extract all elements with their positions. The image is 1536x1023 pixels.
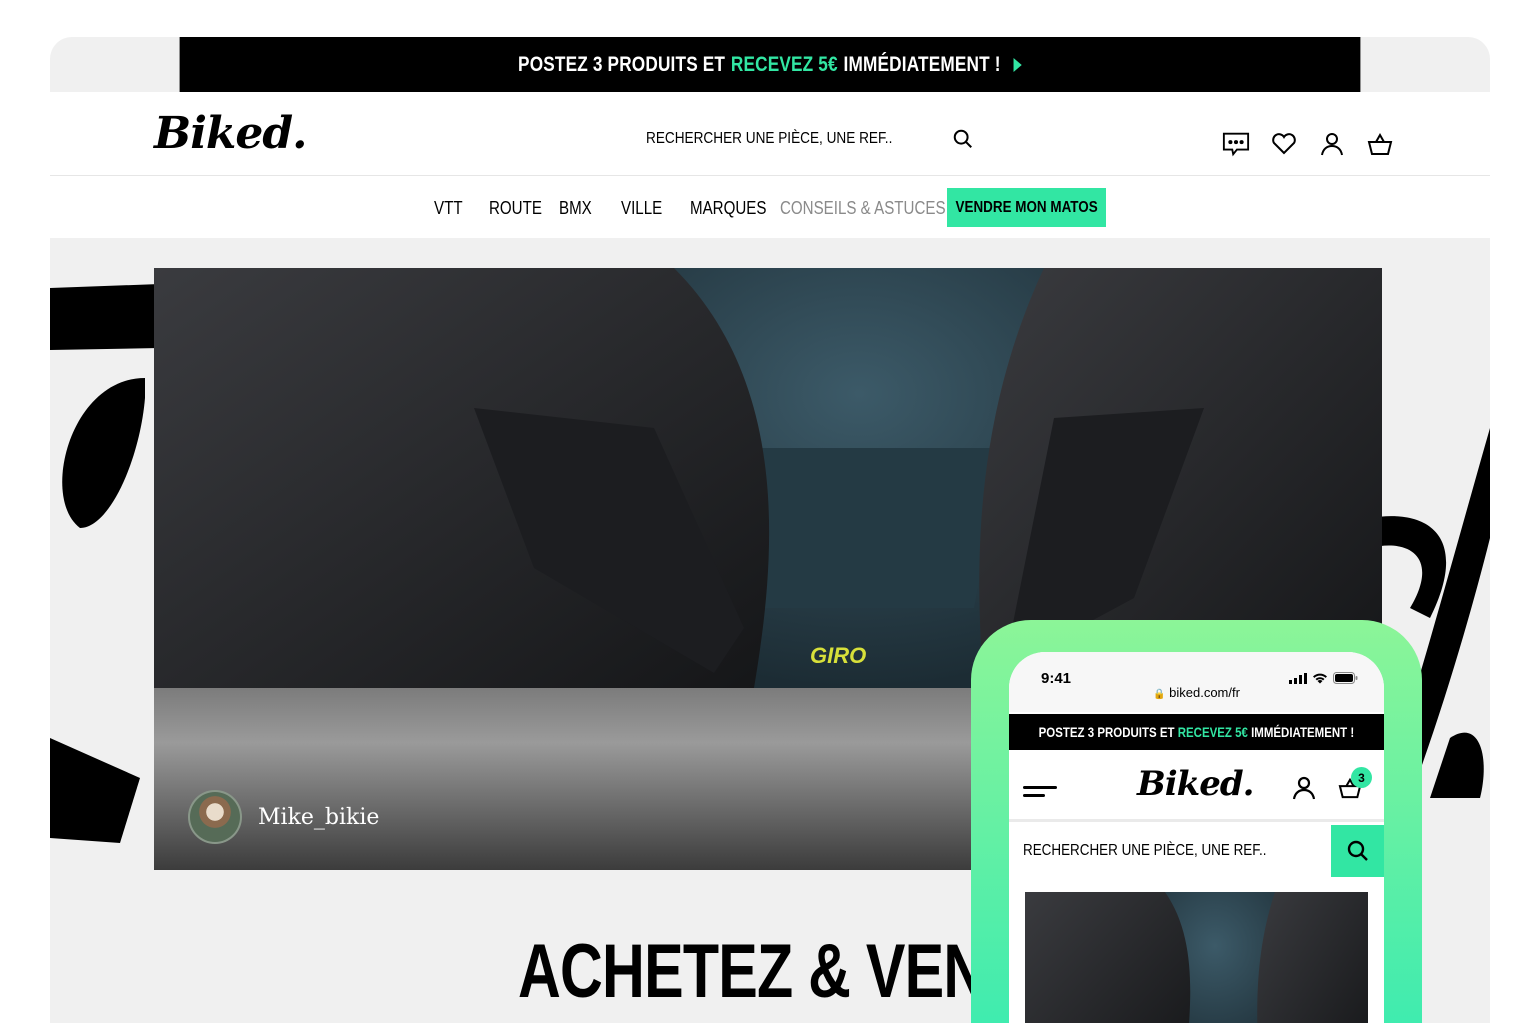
wifi-icon [1313, 673, 1327, 683]
url-text: biked.com/fr [1169, 685, 1240, 700]
menu-icon[interactable] [1023, 784, 1059, 800]
mobile-promo-text: POSTEZ 3 PRODUITS ET RECEVEZ 5€ IMMÉDIAT… [1039, 724, 1355, 740]
mobile-promo-part1: POSTEZ 3 PRODUITS ET [1038, 724, 1175, 740]
sell-button-label: VENDRE MON MATOS [955, 198, 1098, 216]
phone-screen: 9:41 🔒 biked.com/fr POSTEZ 3 PRODUITS ET… [1009, 652, 1384, 1023]
signal-icon [1289, 672, 1307, 684]
mobile-promo-part2: IMMÉDIATEMENT ! [1251, 724, 1355, 740]
search-icon [1347, 840, 1368, 861]
mobile-search-button[interactable] [1331, 825, 1384, 877]
credit-username[interactable]: Mike_bikie [258, 805, 379, 830]
mobile-header: Biked. 3 [1009, 750, 1384, 822]
chat-icon[interactable] [1222, 130, 1250, 158]
search-input[interactable]: RECHERCHER UNE PIÈCE, UNE REF.. [646, 130, 892, 148]
status-bar: 9:41 🔒 biked.com/fr [1009, 652, 1384, 712]
mobile-search-input[interactable]: RECHERCHER UNE PIÈCE, UNE REF.. [1023, 842, 1266, 860]
user-icon[interactable] [1318, 130, 1346, 158]
site-header: Biked. RECHERCHER UNE PIÈCE, UNE REF.. [50, 92, 1490, 176]
battery-icon [1333, 672, 1358, 684]
promo-banner[interactable]: POSTEZ 3 PRODUITS ET RECEVEZ 5€ IMMÉDIAT… [179, 37, 1361, 92]
nav-item-bmx[interactable]: BMX [559, 198, 592, 219]
nav-item-marques[interactable]: MARQUES [690, 198, 766, 219]
logo[interactable]: Biked. [154, 108, 307, 159]
main-nav: VTT ROUTE BMX VILLE MARQUES CONSEILS & A… [50, 176, 1490, 238]
mobile-helmet-photo [1025, 892, 1368, 1023]
mobile-search-bar[interactable]: RECHERCHER UNE PIÈCE, UNE REF.. [1009, 825, 1384, 877]
lock-icon: 🔒 [1153, 689, 1166, 700]
mobile-user-icon[interactable] [1292, 775, 1316, 801]
photo-credit[interactable]: Mike_bikie [188, 790, 379, 844]
status-icons [1289, 672, 1358, 684]
basket-icon[interactable] [1366, 130, 1394, 158]
header-icons [1222, 130, 1394, 158]
promo-text-1: POSTEZ 3 PRODUITS ET [518, 52, 726, 76]
promo-text-2: IMMÉDIATEMENT ! [843, 52, 1001, 76]
nav-item-route[interactable]: ROUTE [489, 198, 542, 219]
url-bar[interactable]: 🔒 biked.com/fr [1009, 685, 1384, 700]
mobile-hero-image [1025, 892, 1368, 1023]
cart-count-badge: 3 [1351, 767, 1372, 788]
mobile-promo-banner[interactable]: POSTEZ 3 PRODUITS ET RECEVEZ 5€ IMMÉDIAT… [1009, 714, 1384, 750]
nav-item-conseils[interactable]: CONSEILS & ASTUCES [780, 198, 946, 219]
browser-frame: POSTEZ 3 PRODUITS ET RECEVEZ 5€ IMMÉDIAT… [50, 37, 1490, 1023]
search-bar[interactable]: RECHERCHER UNE PIÈCE, UNE REF.. [646, 128, 974, 150]
promo-highlight: RECEVEZ 5€ [730, 52, 838, 76]
sell-button[interactable]: VENDRE MON MATOS [947, 188, 1106, 227]
nav-item-vtt[interactable]: VTT [434, 198, 463, 219]
heart-icon[interactable] [1270, 130, 1298, 158]
nav-item-ville[interactable]: VILLE [621, 198, 662, 219]
mobile-logo[interactable]: Biked. [1137, 764, 1254, 804]
avatar[interactable] [188, 790, 242, 844]
phone-mockup: 9:41 🔒 biked.com/fr POSTEZ 3 PRODUITS ET… [971, 620, 1422, 1023]
helmet-brand-text: GIRO [810, 643, 866, 668]
play-arrow-icon[interactable] [1013, 57, 1022, 72]
mobile-promo-highlight: RECEVEZ 5€ [1177, 724, 1248, 740]
search-icon[interactable] [952, 128, 974, 150]
